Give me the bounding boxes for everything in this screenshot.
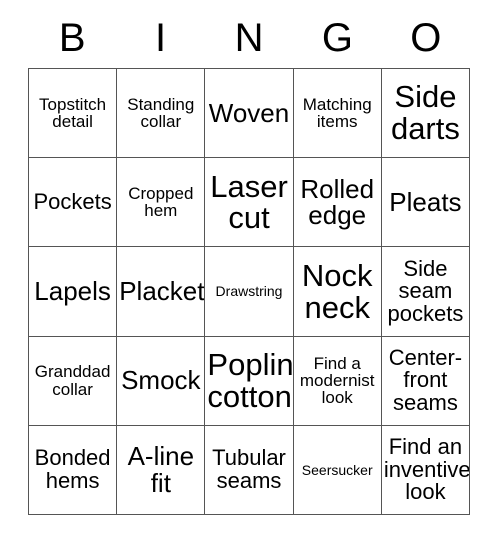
bingo-cell-label: Poplin cotton <box>207 347 294 414</box>
bingo-cell-label: Pleats <box>389 187 462 218</box>
bingo-cell-label: Woven <box>208 97 290 128</box>
bingo-cell-1-0[interactable]: Pockets <box>29 158 118 248</box>
bingo-cell-3-3[interactable]: Find a modernist look <box>293 336 382 426</box>
bingo-cell-4-1[interactable]: A-line fit <box>117 425 206 516</box>
bingo-cell-label: Bonded hems <box>34 445 111 493</box>
bingo-header-letter-o: O <box>410 16 442 60</box>
bingo-cell-label: Laser cut <box>210 168 288 236</box>
bingo-header-letter-n: N <box>234 16 264 60</box>
bingo-cell-1-2[interactable]: Laser cut <box>205 158 294 248</box>
bingo-cell-label: Side darts <box>390 79 460 147</box>
bingo-cell-0-2[interactable]: Woven <box>205 69 294 159</box>
bingo-cell-3-4[interactable]: Center-front seams <box>381 336 471 426</box>
bingo-cell-0-1[interactable]: Standing collar <box>117 69 206 159</box>
bingo-cell-label: Center-front seams <box>388 345 463 415</box>
bingo-cell-label: Pockets <box>33 189 112 215</box>
bingo-cell-1-4[interactable]: Pleats <box>381 158 471 248</box>
bingo-row: Pockets Cropped hem Laser cut Rolled edg… <box>29 158 471 248</box>
bingo-cell-label: Smock <box>121 365 201 396</box>
bingo-header-letter-b: B <box>58 16 86 60</box>
bingo-cell-label: Tubular seams <box>212 445 286 493</box>
bingo-card: B I N G O Topstitch detail Standing coll… <box>0 0 500 544</box>
bingo-row: Granddad collar Smock Poplin cotton Find… <box>29 336 471 426</box>
bingo-header-letter-g: G <box>321 16 353 60</box>
bingo-cell-1-1[interactable]: Cropped hem <box>117 158 206 248</box>
bingo-cell-label: Placket <box>119 276 205 307</box>
bingo-cell-4-4[interactable]: Find an inventive look <box>381 425 471 516</box>
bingo-cell-label: Standing collar <box>127 94 195 132</box>
bingo-cell-2-3[interactable]: Nock neck <box>293 247 382 337</box>
bingo-cell-0-4[interactable]: Side darts <box>381 69 471 159</box>
bingo-cell-3-0[interactable]: Granddad collar <box>29 336 118 426</box>
bingo-cell-2-2[interactable]: Drawstring <box>205 247 294 337</box>
bingo-cell-2-1[interactable]: Placket <box>117 247 206 337</box>
bingo-cell-0-3[interactable]: Matching items <box>293 69 382 159</box>
bingo-cell-label: Find an inventive look <box>383 434 471 505</box>
bingo-cell-label: Seersucker <box>301 461 373 478</box>
bingo-row: Topstitch detail Standing collar Woven M… <box>29 69 471 159</box>
bingo-cell-1-3[interactable]: Rolled edge <box>293 158 382 248</box>
bingo-cell-3-1[interactable]: Smock <box>117 336 206 426</box>
bingo-cell-label: Lapels <box>34 276 111 307</box>
bingo-header-letter-i: I <box>155 16 167 60</box>
bingo-cell-4-3[interactable]: Seersucker <box>293 425 382 516</box>
bingo-cell-label: A-line fit <box>127 441 195 498</box>
bingo-cell-label: Drawstring <box>215 283 283 300</box>
bingo-cell-2-0[interactable]: Lapels <box>29 247 118 337</box>
bingo-row: Lapels Placket Drawstring Nock neck Side… <box>29 247 471 337</box>
bingo-cell-label: Matching items <box>302 94 372 132</box>
bingo-cell-label: Side seam pockets <box>387 255 464 326</box>
bingo-cell-4-0[interactable]: Bonded hems <box>29 425 118 516</box>
bingo-cell-label: Granddad collar <box>34 362 111 399</box>
bingo-cell-3-2[interactable]: Poplin cotton <box>205 336 294 426</box>
bingo-cell-label: Rolled edge <box>300 173 375 231</box>
bingo-cell-label: Topstitch detail <box>39 94 107 132</box>
bingo-grid: Topstitch detail Standing collar Woven M… <box>28 68 471 516</box>
bingo-cell-2-4[interactable]: Side seam pockets <box>381 247 471 337</box>
bingo-cell-label: Nock neck <box>301 257 373 325</box>
bingo-header-row: B I N G O <box>28 10 470 66</box>
bingo-cell-0-0[interactable]: Topstitch detail <box>29 69 118 159</box>
bingo-cell-4-2[interactable]: Tubular seams <box>205 425 294 516</box>
bingo-row: Bonded hems A-line fit Tubular seams See… <box>29 425 471 516</box>
bingo-cell-label: Cropped hem <box>128 183 194 221</box>
bingo-cell-label: Find a modernist look <box>299 353 375 408</box>
